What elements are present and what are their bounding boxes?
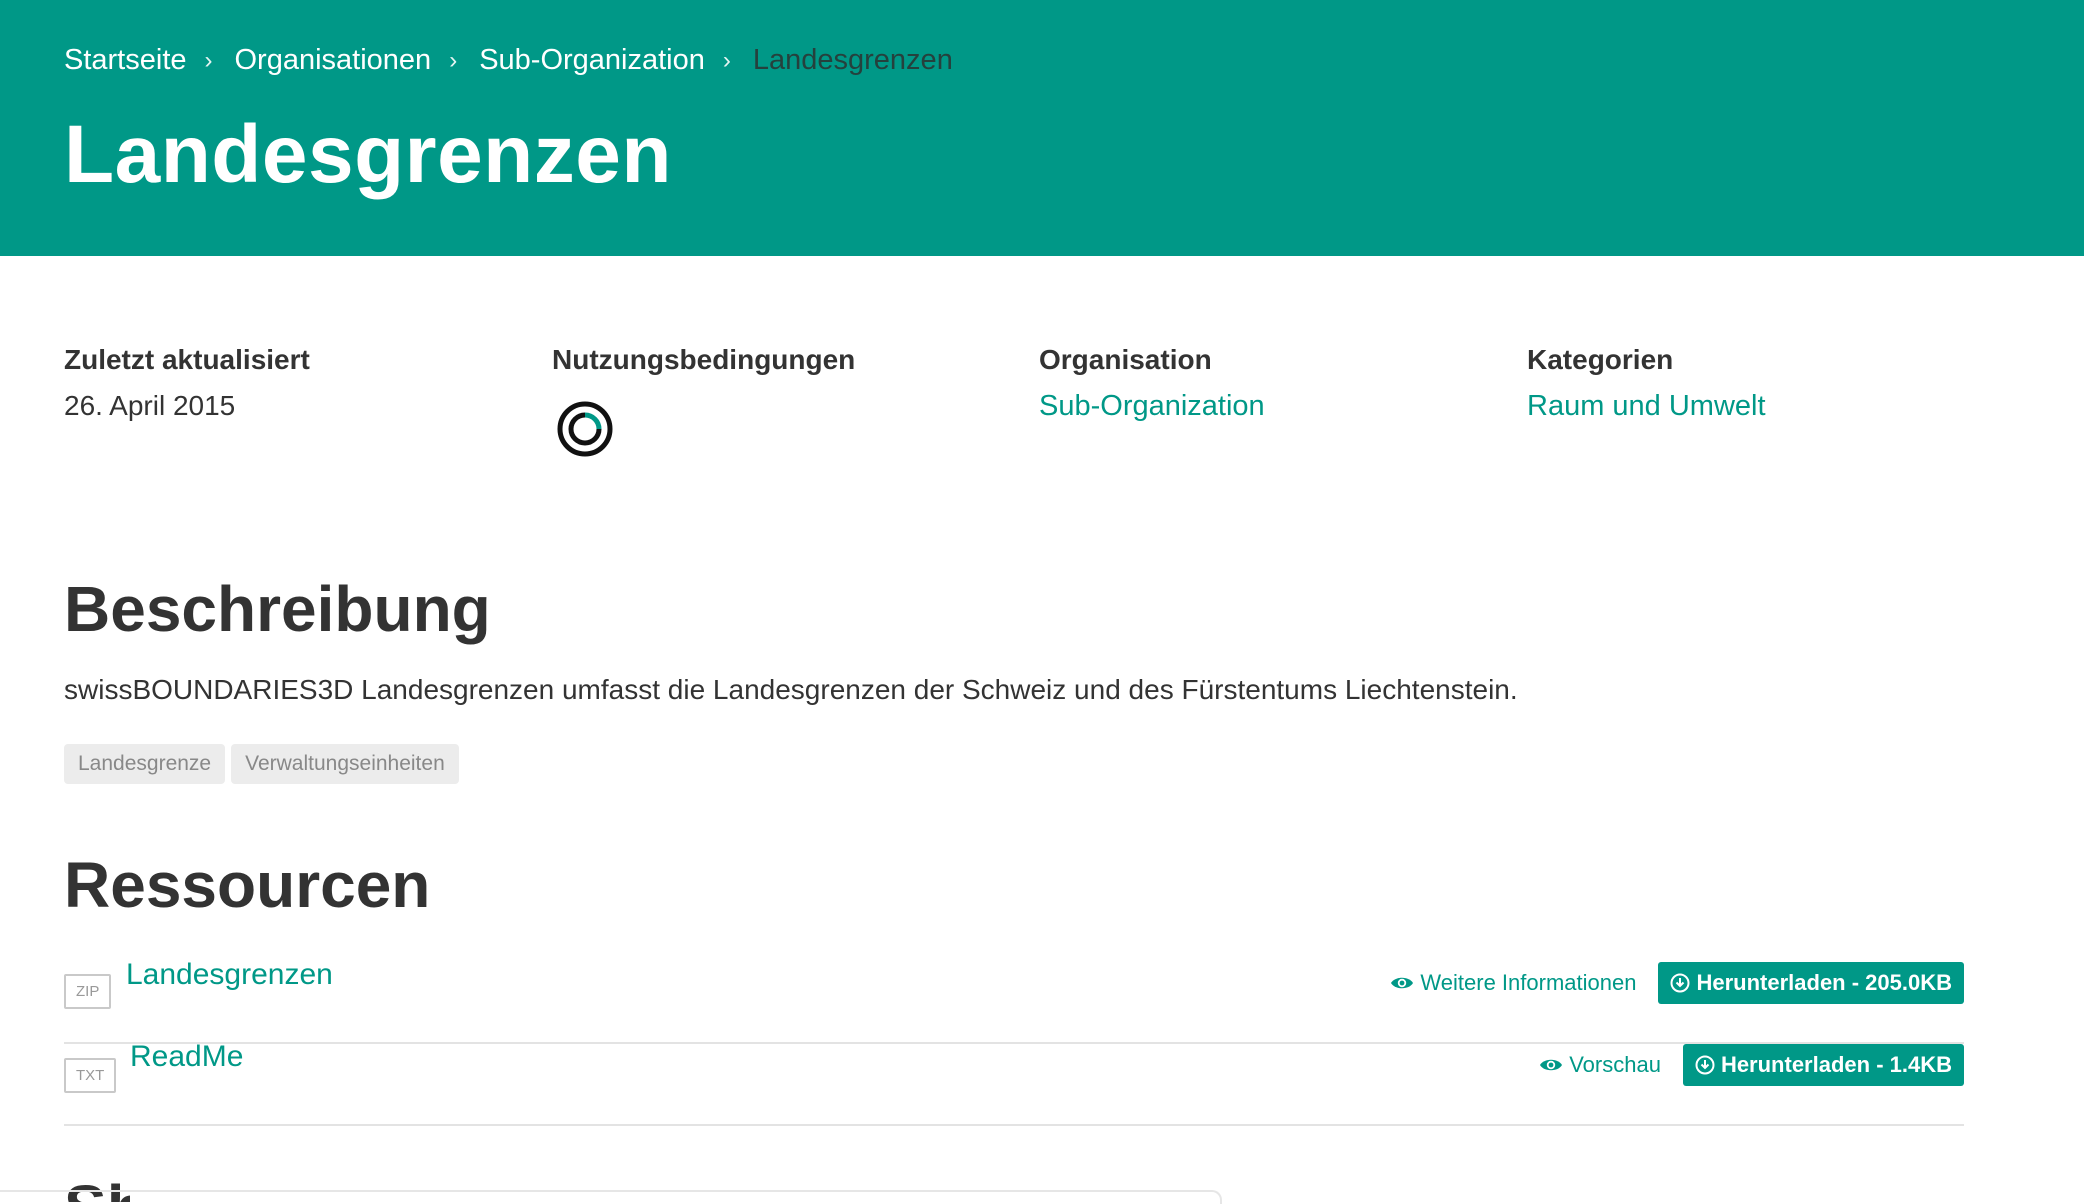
meta-categories-label: Kategorien bbox=[1527, 344, 1674, 375]
breadcrumb: Startseite › Organisationen › Sub-Organi… bbox=[64, 44, 953, 77]
resource-list: ZIP Landesgrenzen Weitere Informationen … bbox=[64, 958, 1964, 1128]
dataset-meta: Zuletzt aktualisiert 26. April 2015 Nutz… bbox=[64, 344, 2024, 484]
download-button[interactable]: Herunterladen - 1.4KB bbox=[1682, 1044, 1964, 1086]
meta-categories: Kategorien Raum und Umwelt bbox=[1527, 344, 1766, 423]
breadcrumb-current: Landesgrenzen bbox=[752, 44, 953, 76]
resource-name-link[interactable]: ReadMe bbox=[130, 1040, 243, 1074]
format-badge: ZIP bbox=[64, 974, 112, 1009]
category-link[interactable]: Raum und Umwelt bbox=[1527, 390, 1766, 423]
resource-actions: Vorschau Herunterladen - 1.4KB bbox=[1539, 1044, 1964, 1086]
eye-icon bbox=[1540, 1059, 1563, 1071]
resource-name-link[interactable]: Landesgrenzen bbox=[126, 958, 333, 992]
meta-terms-label: Nutzungsbedingungen bbox=[552, 344, 856, 375]
resource-row: ZIP Landesgrenzen Weitere Informationen … bbox=[64, 958, 1964, 1044]
tag-verwaltungseinheiten[interactable]: Verwaltungseinheiten bbox=[231, 744, 459, 784]
description-heading: Beschreibung bbox=[64, 573, 491, 645]
meta-organization: Organisation Sub-Organization bbox=[1039, 344, 1265, 423]
download-label: Herunterladen - 1.4KB bbox=[1720, 1052, 1952, 1077]
download-label: Herunterladen - 205.0KB bbox=[1696, 970, 1952, 995]
page-title: Landesgrenzen bbox=[64, 109, 672, 200]
tag-landesgrenze[interactable]: Landesgrenze bbox=[64, 744, 226, 784]
organization-link[interactable]: Sub-Organization bbox=[1039, 390, 1265, 423]
download-icon bbox=[1695, 1055, 1715, 1075]
meta-updated-label: Zuletzt aktualisiert bbox=[64, 344, 310, 375]
breadcrumb-separator: › bbox=[204, 46, 213, 74]
tag-list: Landesgrenze Verwaltungseinheiten bbox=[64, 744, 459, 784]
download-icon bbox=[1670, 973, 1690, 993]
breadcrumb-home[interactable]: Startseite bbox=[64, 44, 187, 77]
download-button[interactable]: Herunterladen - 205.0KB bbox=[1658, 962, 1964, 1004]
resources-heading: Ressourcen bbox=[64, 849, 431, 921]
preview-label: Vorschau bbox=[1569, 1052, 1661, 1077]
preview-link[interactable]: Vorschau bbox=[1539, 1052, 1661, 1078]
more-info-label: Weitere Informationen bbox=[1420, 970, 1637, 995]
license-icon[interactable] bbox=[556, 400, 614, 458]
resource-row: TXT ReadMe Vorschau Herunterladen - 1.4K… bbox=[64, 1040, 1964, 1126]
meta-terms: Nutzungsbedingungen bbox=[552, 344, 855, 463]
eye-icon bbox=[1391, 977, 1414, 989]
meta-organization-label: Organisation bbox=[1039, 344, 1212, 375]
description-text: swissBOUNDARIES3D Landesgrenzen umfasst … bbox=[64, 674, 1518, 705]
breadcrumb-organizations[interactable]: Organisationen bbox=[235, 44, 432, 77]
page-header: Startseite › Organisationen › Sub-Organi… bbox=[0, 0, 2084, 256]
breadcrumb-separator: › bbox=[722, 46, 731, 74]
breadcrumb-separator: › bbox=[449, 46, 458, 74]
resource-actions: Weitere Informationen Herunterladen - 20… bbox=[1390, 962, 1964, 1004]
meta-updated-value: 26. April 2015 bbox=[64, 390, 236, 421]
breadcrumb-sub-organization[interactable]: Sub-Organization bbox=[479, 44, 705, 77]
more-info-link[interactable]: Weitere Informationen bbox=[1390, 970, 1636, 996]
format-badge: TXT bbox=[64, 1058, 117, 1093]
meta-updated: Zuletzt aktualisiert 26. April 2015 bbox=[64, 344, 310, 422]
